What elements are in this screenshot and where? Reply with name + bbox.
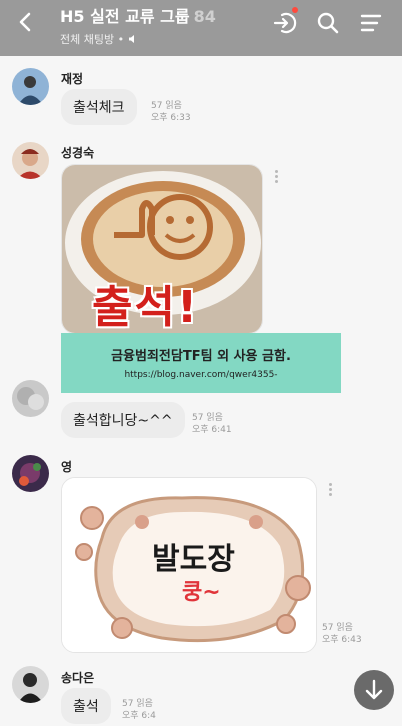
read-count: 57 읽음	[122, 699, 153, 709]
chat-header: H5 실전 교류 그룹 84 전체 채팅방 •	[0, 0, 402, 56]
sender-name: 성경숙	[61, 146, 95, 160]
sender-name: 재정	[61, 72, 84, 86]
enter-icon[interactable]	[272, 10, 298, 36]
chat-title-block[interactable]: H5 실전 교류 그룹 84 전체 채팅방 •	[60, 3, 216, 47]
more-options-icon[interactable]	[327, 481, 333, 501]
sender-name: 송다은	[61, 671, 95, 685]
more-options-icon[interactable]	[273, 168, 279, 188]
read-count: 57 읽음	[322, 623, 353, 633]
message-time: 오후 6:4	[122, 711, 156, 721]
avatar[interactable]	[12, 68, 49, 105]
avatar[interactable]	[12, 666, 49, 703]
image-message[interactable]: 출석!	[61, 164, 263, 334]
back-icon[interactable]	[14, 10, 38, 34]
read-count: 57 읽음	[192, 413, 223, 423]
chat-title-text: H5 실전 교류 그룹	[60, 7, 190, 26]
sender-name: 영	[61, 460, 73, 474]
image-message[interactable]: 발도장 쿵~	[61, 477, 317, 653]
chat-title: H5 실전 교류 그룹 84	[60, 3, 216, 27]
arrow-down-icon	[354, 679, 394, 714]
chat-messages[interactable]: 재정 출석체크 57 읽음 오후 6:33 성경숙 출석! 금융범죄전담TF팀 …	[0, 56, 402, 726]
watermark-banner: 금융범죄전담TF팀 외 사용 금함. https://blog.naver.co…	[61, 333, 341, 393]
message-meta: 57 읽음 오후 6:4	[122, 698, 156, 722]
image-caption-sub: 쿵~	[182, 580, 221, 605]
notification-dot	[292, 7, 298, 13]
message-meta: 57 읽음 오후 6:41	[192, 412, 232, 436]
message-bubble[interactable]: 출석	[61, 688, 111, 724]
image-caption: 출석!	[92, 282, 200, 333]
menu-icon[interactable]	[358, 10, 384, 36]
message-time: 오후 6:43	[322, 635, 362, 645]
avatar[interactable]	[12, 142, 49, 179]
message-bubble[interactable]: 출석체크	[61, 89, 137, 125]
message-meta: 57 읽음 오후 6:33	[151, 100, 191, 124]
watermark-text: 금융범죄전담TF팀 외 사용 금함.	[111, 349, 291, 364]
message-meta: 57 읽음 오후 6:43	[322, 622, 362, 646]
chat-subtitle-text: 전체 채팅방 •	[60, 33, 125, 46]
search-icon[interactable]	[315, 10, 341, 36]
member-count: 84	[193, 7, 216, 26]
message-time: 오후 6:33	[151, 113, 191, 123]
mute-icon	[128, 34, 138, 47]
chat-subtitle: 전체 채팅방 •	[60, 31, 216, 47]
scroll-down-button[interactable]	[354, 670, 394, 710]
watermark-url: https://blog.naver.com/qwer4355-	[124, 370, 278, 380]
avatar[interactable]	[12, 380, 49, 417]
message-time: 오후 6:41	[192, 425, 232, 435]
read-count: 57 읽음	[151, 101, 182, 111]
avatar[interactable]	[12, 455, 49, 492]
message-bubble[interactable]: 출석합니당~^^	[61, 402, 185, 438]
image-caption: 발도장	[152, 542, 235, 577]
